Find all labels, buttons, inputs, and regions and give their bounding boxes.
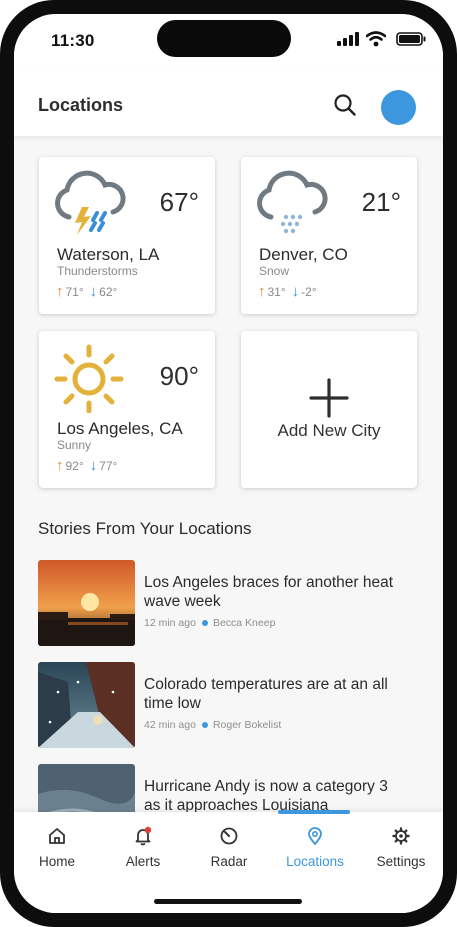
card-temperature: 67° [159, 187, 199, 217]
gear-icon [392, 827, 410, 845]
arrow-down-icon: ↓ [89, 457, 98, 474]
card-temperature: 21° [361, 187, 401, 217]
story-time: 42 min ago [144, 719, 196, 731]
nav-label: Radar [210, 854, 248, 869]
story-meta: 12 min ago Becca Kneep [144, 617, 275, 629]
nav-label: Settings [376, 854, 426, 869]
card-condition: Thunderstorms [57, 264, 138, 278]
card-condition: Sunny [57, 438, 92, 452]
location-card-waterson[interactable]: 67° Waterson, LA Thunderstorms ↑ 71° ↓ 6… [39, 157, 215, 314]
location-card-los-angeles[interactable]: 90° Los Angeles, CA Sunny ↑ 92° ↓ 77° [39, 331, 215, 488]
add-city-label: Add New City [277, 421, 381, 440]
card-high-low: ↑ 71° ↓ 62° [56, 283, 117, 300]
story-author: Becca Kneep [212, 617, 276, 629]
card-high: 71° [65, 284, 84, 299]
stories-section-title: Stories From Your Locations [38, 519, 252, 538]
search-icon [334, 94, 356, 116]
status-time: 11:30 [51, 31, 95, 50]
radar-icon [220, 827, 238, 845]
bottom-navigation: Home Alerts Radar Locations Settings [14, 810, 443, 913]
thunderstorm-icon [55, 170, 126, 235]
search-button[interactable] [333, 93, 357, 117]
location-card-denver[interactable]: 21° Denver, CO Snow ↑ 31° ↓ -2° [241, 157, 417, 314]
arrow-up-icon: ↑ [56, 283, 64, 300]
battery-icon [396, 32, 426, 51]
card-low: 77° [99, 458, 118, 473]
story-headline: Hurricane Andy is now a category 3 as it… [144, 778, 388, 814]
card-temperature: 90° [159, 361, 199, 391]
arrow-up-icon: ↑ [56, 457, 64, 474]
story-thumbnail-sunset [38, 560, 135, 646]
page-title: Locations [38, 95, 124, 115]
snow-icon [257, 170, 328, 234]
signal-icon [337, 32, 359, 51]
story-headline: Los Angeles braces for another heat wave… [144, 574, 394, 610]
status-bar: 11:30 [14, 14, 443, 70]
story-headline: Colorado temperatures are at an all time… [144, 676, 388, 712]
home-icon [49, 828, 65, 844]
sun-icon [54, 344, 124, 413]
card-low: -2° [301, 284, 317, 299]
app-screen: 11:30 Locations 67° Waterson, LA Thunder… [14, 14, 443, 913]
active-tab-indicator [278, 810, 350, 814]
plus-icon [309, 378, 349, 418]
nav-label: Home [38, 854, 75, 869]
separator-dot [201, 620, 208, 626]
nav-settings[interactable]: Settings [358, 826, 443, 876]
card-high-low: ↑ 31° ↓ -2° [258, 283, 317, 300]
story-item[interactable]: Colorado temperatures are at an all time… [38, 662, 418, 748]
separator-dot [201, 722, 208, 728]
nav-home[interactable]: Home [14, 826, 100, 876]
nav-label: Locations [286, 854, 344, 869]
dynamic-island [157, 20, 291, 57]
wifi-icon [365, 31, 387, 52]
nav-label: Alerts [125, 854, 161, 869]
nav-locations[interactable]: Locations [272, 826, 358, 876]
arrow-up-icon: ↑ [258, 283, 266, 300]
nav-radar[interactable]: Radar [186, 826, 272, 876]
card-city-name: Denver, CO [259, 245, 348, 264]
card-low: 62° [99, 284, 118, 299]
add-city-button[interactable]: Add New City [241, 331, 417, 488]
story-item[interactable]: Los Angeles braces for another heat wave… [38, 560, 418, 646]
bell-icon [135, 826, 152, 846]
location-pin-icon [308, 827, 322, 845]
arrow-down-icon: ↓ [89, 283, 98, 300]
card-high: 31° [267, 284, 286, 299]
story-meta: 42 min ago Roger Bokelist [144, 719, 281, 731]
card-high: 92° [65, 458, 84, 473]
story-thumbnail-snowy-street [38, 662, 135, 748]
home-indicator [154, 899, 302, 904]
avatar[interactable] [381, 90, 416, 125]
phone-frame: 11:30 Locations 67° Waterson, LA Thunder… [0, 0, 457, 927]
card-city-name: Waterson, LA [57, 245, 160, 264]
story-time: 12 min ago [144, 617, 196, 629]
arrow-down-icon: ↓ [291, 283, 300, 300]
app-header: Locations [14, 70, 443, 136]
card-city-name: Los Angeles, CA [57, 419, 183, 438]
card-high-low: ↑ 92° ↓ 77° [56, 457, 117, 474]
card-condition: Snow [259, 264, 290, 278]
nav-alerts[interactable]: Alerts [100, 826, 186, 876]
story-author: Roger Bokelist [212, 719, 282, 731]
